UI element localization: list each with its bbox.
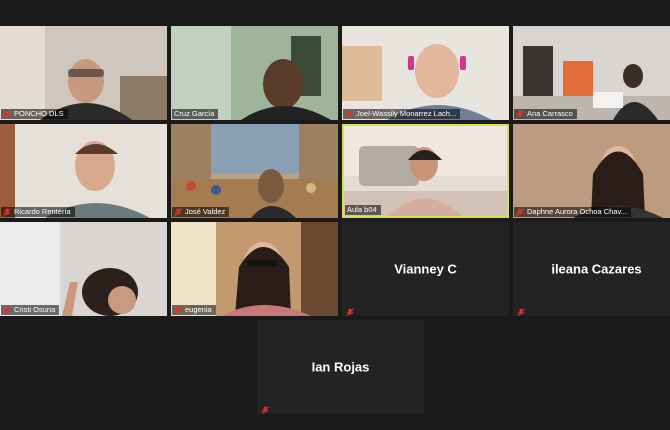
muted-mic-icon bbox=[174, 207, 182, 217]
participant-video bbox=[171, 124, 338, 218]
participant-tile[interactable]: Ricardo Rentería bbox=[0, 124, 167, 218]
participant-video bbox=[171, 26, 338, 120]
participant-tile-video-off[interactable]: Ian Rojas bbox=[257, 320, 424, 414]
participant-name: Aula b04 bbox=[347, 205, 377, 214]
participant-video bbox=[342, 26, 509, 120]
participant-name: eugenia bbox=[185, 305, 212, 314]
participant-name: Ricardo Rentería bbox=[14, 207, 71, 216]
participant-video bbox=[513, 26, 670, 120]
participant-video bbox=[0, 26, 167, 120]
muted-mic-icon bbox=[174, 305, 182, 315]
participant-video bbox=[0, 222, 167, 316]
participant-name: ileana Cazares bbox=[551, 261, 642, 277]
muted-mic-icon bbox=[3, 207, 11, 217]
participant-tile[interactable]: Ana Carrasco bbox=[513, 26, 670, 120]
participant-tile[interactable]: Daphne Aurora Ochoa Chav... bbox=[513, 124, 670, 218]
participant-name: Ian Rojas bbox=[311, 359, 370, 375]
participant-nameplate: eugenia bbox=[172, 305, 216, 315]
muted-mic-icon bbox=[346, 304, 354, 316]
participant-name: José Valdez bbox=[185, 207, 226, 216]
muted-mic-icon bbox=[261, 402, 269, 414]
participant-nameplate: Cristi Osuna bbox=[1, 305, 60, 315]
participant-video bbox=[0, 124, 167, 218]
participant-nameplate: Joel-Wassily Monarrez Lach... bbox=[343, 109, 461, 119]
participant-name: PONCHO DLS bbox=[14, 109, 64, 118]
participant-tile[interactable]: Joel-Wassily Monarrez Lach... bbox=[342, 26, 509, 120]
muted-mic-icon bbox=[3, 305, 11, 315]
participant-tile[interactable]: Cruz García bbox=[171, 26, 338, 120]
participant-name: Daphne Aurora Ochoa Chav... bbox=[527, 207, 627, 216]
muted-mic-icon bbox=[3, 109, 11, 119]
participant-tile-video-off[interactable]: ileana Cazares bbox=[513, 222, 670, 316]
participant-tile[interactable]: eugenia bbox=[171, 222, 338, 316]
participant-tile[interactable]: Cristi Osuna bbox=[0, 222, 167, 316]
active-speaker-tile[interactable]: Aula b04 bbox=[342, 124, 509, 218]
participant-nameplate: José Valdez bbox=[172, 207, 230, 217]
muted-mic-icon bbox=[516, 207, 524, 217]
participant-name: Ana Carrasco bbox=[527, 109, 573, 118]
participant-nameplate: Daphne Aurora Ochoa Chav... bbox=[514, 207, 631, 217]
muted-mic-icon bbox=[516, 109, 524, 119]
participant-name: Cruz García bbox=[174, 109, 215, 118]
gallery-view: PONCHO DLS Cruz García Joel-Wassily Mona… bbox=[0, 0, 670, 430]
participant-tile[interactable]: José Valdez bbox=[171, 124, 338, 218]
participant-name: Vianney C bbox=[394, 261, 457, 277]
participant-nameplate: Cruz García bbox=[172, 109, 219, 119]
participant-name: Cristi Osuna bbox=[14, 305, 56, 314]
participant-nameplate: PONCHO DLS bbox=[1, 109, 68, 119]
participant-video bbox=[513, 124, 670, 218]
participant-nameplate: Aula b04 bbox=[345, 205, 381, 215]
participant-name: Joel-Wassily Monarrez Lach... bbox=[356, 109, 457, 118]
participant-video bbox=[344, 126, 507, 216]
participant-nameplate: Ana Carrasco bbox=[514, 109, 577, 119]
participant-nameplate: Ricardo Rentería bbox=[1, 207, 75, 217]
participant-video bbox=[171, 222, 338, 316]
muted-mic-icon bbox=[345, 109, 353, 119]
muted-mic-icon bbox=[517, 304, 525, 316]
participant-tile[interactable]: PONCHO DLS bbox=[0, 26, 167, 120]
participant-tile-video-off[interactable]: Vianney C bbox=[342, 222, 509, 316]
